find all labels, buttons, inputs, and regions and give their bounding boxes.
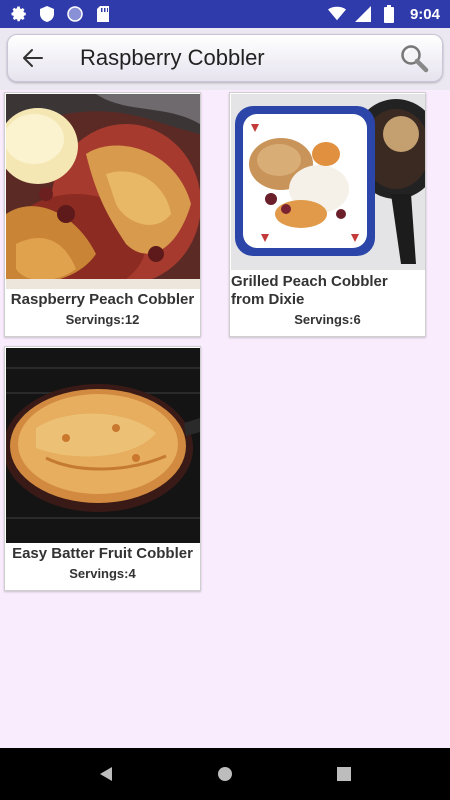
recents-square-icon[interactable] [332, 762, 356, 786]
recipe-title: Grilled Peach Cobbler from Dixie [231, 273, 388, 308]
recipe-servings: Servings:12 [65, 312, 140, 327]
magnifier-icon[interactable] [392, 36, 436, 80]
recipe-servings: Servings:6 [294, 312, 361, 327]
circle-icon [66, 5, 84, 23]
navigation-bar [0, 748, 450, 800]
status-time: 9:04 [409, 5, 440, 23]
raspberry-peach-cobbler-photo [6, 94, 200, 289]
grilled-peach-cobbler-photo [231, 94, 425, 270]
status-right: 9:04 [327, 5, 440, 23]
recipe-servings: Servings:4 [69, 566, 136, 581]
back-triangle-icon[interactable] [94, 762, 118, 786]
wifi-icon [327, 5, 346, 23]
arrow-left-icon[interactable] [10, 35, 56, 81]
search-query[interactable]: Raspberry Cobbler [80, 45, 392, 71]
easy-batter-fruit-cobbler-photo [6, 348, 200, 543]
recipe-title: Easy Batter Fruit Cobbler [12, 545, 193, 562]
home-circle-icon[interactable] [213, 762, 237, 786]
battery-icon [380, 5, 398, 23]
recipe-card[interactable]: Raspberry Peach Cobbler Servings:12 [4, 92, 201, 337]
recipe-card[interactable]: Easy Batter Fruit Cobbler Servings:4 [4, 346, 201, 591]
search-toolbar: Raspberry Cobbler [0, 28, 450, 90]
settings-icon [10, 5, 28, 23]
status-left [10, 5, 112, 23]
recipe-title: Raspberry Peach Cobbler [10, 291, 195, 308]
sd-card-icon [94, 5, 112, 23]
signal-icon [354, 5, 372, 23]
shield-icon [38, 5, 56, 23]
status-bar: 9:04 [0, 0, 450, 28]
search-bar[interactable]: Raspberry Cobbler [7, 34, 443, 82]
recipe-card[interactable]: Grilled Peach Cobbler from Dixie Serving… [229, 92, 426, 337]
